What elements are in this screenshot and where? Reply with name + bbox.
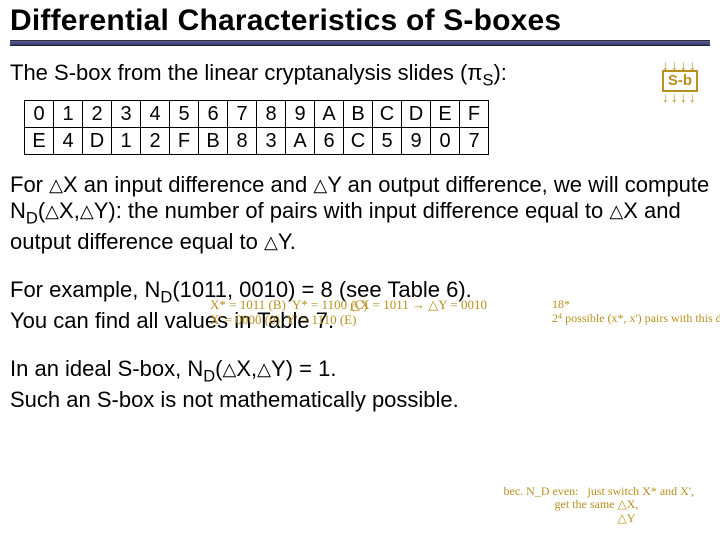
sbox-cell: 5 bbox=[373, 128, 402, 155]
arrows-down-icon: ↓↓↓↓ bbox=[662, 60, 698, 70]
sbox-cell: 7 bbox=[228, 101, 257, 128]
sbox-cell: B bbox=[199, 128, 228, 155]
p1-text: X, bbox=[59, 198, 80, 223]
handwritten-note-a: X* = 1011 (B) Y* = 1100 (C) X' = 0000 (0… bbox=[210, 298, 368, 328]
arrows-down-icon: ↓↓↓↓ bbox=[662, 92, 698, 102]
sbox-cell: 1 bbox=[54, 101, 83, 128]
sbox-cell: 7 bbox=[460, 128, 489, 155]
sbox-cell: 1 bbox=[112, 128, 141, 155]
handwritten-note-c: 18* 2⁴ possible (x*, x') pairs with this… bbox=[552, 298, 720, 326]
intro-suffix: ): bbox=[493, 60, 506, 85]
paragraph-3: In an ideal S-box, ND(△X,△Y) = 1. Such a… bbox=[10, 356, 710, 413]
sbox-cell: 6 bbox=[199, 101, 228, 128]
p3-text: In an ideal S-box, N bbox=[10, 356, 203, 381]
intro-line: The S-box from the linear cryptanalysis … bbox=[10, 60, 710, 90]
sbox-cell: F bbox=[170, 128, 199, 155]
sbox-table-wrap: 0 1 2 3 4 5 6 7 8 9 A B C D E F E 4 D bbox=[24, 100, 489, 155]
p3-text: Y) = 1. bbox=[271, 356, 336, 381]
p1-text: ( bbox=[38, 198, 45, 223]
intro-subscript: S bbox=[482, 71, 493, 89]
sbox-cell: E bbox=[25, 128, 54, 155]
triangle-icon: △ bbox=[313, 175, 327, 196]
p3-text: Such an S-box is not mathematically poss… bbox=[10, 387, 459, 412]
subscript-d: D bbox=[26, 210, 38, 228]
sbox-table: 0 1 2 3 4 5 6 7 8 9 A B C D E F E 4 D bbox=[24, 100, 489, 155]
p3-text: ( bbox=[215, 356, 222, 381]
p1-text: For bbox=[10, 172, 49, 197]
sbox-header-row: 0 1 2 3 4 5 6 7 8 9 A B C D E F bbox=[25, 101, 489, 128]
sbox-cell: 5 bbox=[170, 101, 199, 128]
sbox-cell: C bbox=[373, 101, 402, 128]
subscript-d: D bbox=[203, 367, 215, 385]
triangle-icon: △ bbox=[264, 232, 278, 253]
slide: Differential Characteristics of S-boxes … bbox=[0, 0, 720, 540]
sbox-cell: B bbox=[344, 101, 373, 128]
sbox-cell: 0 bbox=[431, 128, 460, 155]
sbox-cell: 9 bbox=[402, 128, 431, 155]
triangle-icon: △ bbox=[45, 201, 59, 222]
sbox-cell: 8 bbox=[257, 101, 286, 128]
intro-prefix: The S-box from the linear cryptanalysis … bbox=[10, 60, 482, 85]
sbox-cell: 2 bbox=[83, 101, 112, 128]
page-title: Differential Characteristics of S-boxes bbox=[10, 4, 710, 38]
sbox-cell: 6 bbox=[315, 128, 344, 155]
sbox-value-row: E 4 D 1 2 F B 8 3 A 6 C 5 9 0 7 bbox=[25, 128, 489, 155]
handwritten-note-d: bec. N_D even: just switch X* and X', ge… bbox=[504, 485, 694, 526]
p1-text: Y): the number of pairs with input diffe… bbox=[94, 198, 610, 223]
title-underline bbox=[10, 40, 710, 46]
sbox-cell: C bbox=[344, 128, 373, 155]
sbox-cell: D bbox=[83, 128, 112, 155]
triangle-icon: △ bbox=[49, 175, 63, 196]
p1-text: Y. bbox=[278, 229, 296, 254]
triangle-icon: △ bbox=[609, 201, 623, 222]
paragraph-1: For △X an input difference and △Y an out… bbox=[10, 172, 710, 255]
sbox-cell: A bbox=[315, 101, 344, 128]
sbox-cell: 0 bbox=[25, 101, 54, 128]
sbox-cell: 4 bbox=[54, 128, 83, 155]
sbox-cell: 3 bbox=[112, 101, 141, 128]
sbox-cell: 4 bbox=[141, 101, 170, 128]
triangle-icon: △ bbox=[222, 359, 236, 380]
sbox-cell: D bbox=[402, 101, 431, 128]
sbox-cell: A bbox=[286, 128, 315, 155]
p2-text: For example, N bbox=[10, 277, 160, 302]
sbox-cell: F bbox=[460, 101, 489, 128]
p3-text: X, bbox=[236, 356, 257, 381]
handwritten-note-b: △X = 1011 → △Y = 0010 bbox=[350, 298, 487, 313]
triangle-icon: △ bbox=[80, 201, 94, 222]
sbox-cell: 3 bbox=[257, 128, 286, 155]
sbox-cell: 8 bbox=[228, 128, 257, 155]
triangle-icon: △ bbox=[257, 359, 271, 380]
sbox-cell: 9 bbox=[286, 101, 315, 128]
sbox-diagram-icon: ↓↓↓↓ S-b ↓↓↓↓ bbox=[662, 60, 698, 102]
p1-text: X an input difference and bbox=[63, 172, 313, 197]
sbox-cell: E bbox=[431, 101, 460, 128]
subscript-d: D bbox=[160, 289, 172, 307]
sbox-cell: 2 bbox=[141, 128, 170, 155]
